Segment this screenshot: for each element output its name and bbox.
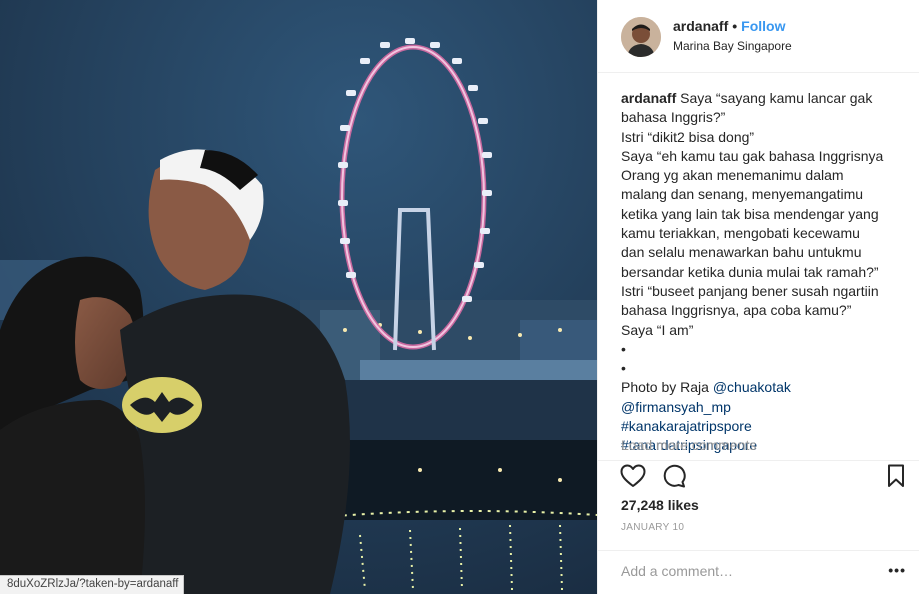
caption-line: Istri “dikit2 bisa dong” [621, 128, 755, 145]
caption-line: dan selalu menawarkan bahu untukmu [621, 244, 862, 261]
mention-link[interactable]: @chuakotak [713, 379, 791, 395]
caption-line: Photo by Raja @chuakotak [621, 378, 911, 397]
post-header: ardanaff • Follow Marina Bay Singapore [598, 0, 919, 73]
mention-link[interactable]: @firmansyah_mp [621, 398, 911, 417]
photo-scene [0, 0, 597, 594]
caption: ardanaff Saya “sayang kamu lancar gak ba… [621, 89, 911, 456]
caption-text: Saya “sayang kamu lancar gak [680, 90, 873, 106]
caption-line: malang dan senang, menyemangatimu [621, 186, 864, 203]
caption-line: bahasa Inggrisnya, apa coba kamu?” [621, 302, 852, 319]
caption-line: Saya “eh kamu tau gak bahasa Inggrisnya [621, 147, 884, 164]
caption-line: • [621, 340, 626, 357]
action-bar [598, 460, 919, 492]
caption-line: bahasa Inggris?” [621, 109, 726, 126]
post-photo[interactable]: 8duXoZRlzJa/?taken-by=ardanaff [0, 0, 597, 594]
load-more-comments-button[interactable]: Load more comments [621, 437, 756, 453]
caption-username[interactable]: ardanaff [621, 90, 676, 106]
more-options-icon[interactable]: ••• [888, 562, 906, 578]
caption-line: kamu teriakkan, mengobati kecewamu [621, 225, 860, 242]
avatar[interactable] [621, 17, 661, 57]
post-date[interactable]: JANUARY 10 [621, 522, 684, 533]
heart-icon[interactable] [620, 464, 646, 493]
caption-line: ardanaff Saya “sayang kamu lancar gak [621, 89, 911, 108]
comment-input[interactable] [621, 561, 871, 581]
caption-line: Orang yg akan menemanimu dalam [621, 167, 844, 184]
bookmark-icon[interactable] [887, 464, 905, 493]
likes-count[interactable]: 27,248 likes [621, 497, 699, 513]
caption-line: Saya “I am” [621, 321, 694, 338]
caption-line: Istri “buseet panjang bener susah ngarti… [621, 282, 879, 299]
avatar-image [621, 17, 661, 57]
caption-line: • [621, 360, 626, 377]
username-link[interactable]: ardanaff [673, 18, 728, 34]
status-bar-url: 8duXoZRlzJa/?taken-by=ardanaff [0, 575, 185, 594]
location-link[interactable]: Marina Bay Singapore [673, 39, 792, 53]
comment-icon[interactable] [662, 464, 686, 493]
post-sidebar: ardanaff • Follow Marina Bay Singapore ard… [597, 0, 919, 594]
follow-button[interactable]: Follow [741, 18, 785, 34]
header-username-row: ardanaff • Follow [673, 18, 785, 34]
hashtag-link[interactable]: #kanakarajatripspore [621, 417, 911, 436]
comment-bar: ••• [598, 550, 919, 594]
caption-line: ketika yang lain tak bisa mendengar yang [621, 205, 879, 222]
caption-line: bersandar ketika dunia mulai tak ramah?” [621, 263, 879, 280]
photo-credit-text: Photo by Raja [621, 379, 713, 396]
separator-dot: • [732, 18, 738, 34]
